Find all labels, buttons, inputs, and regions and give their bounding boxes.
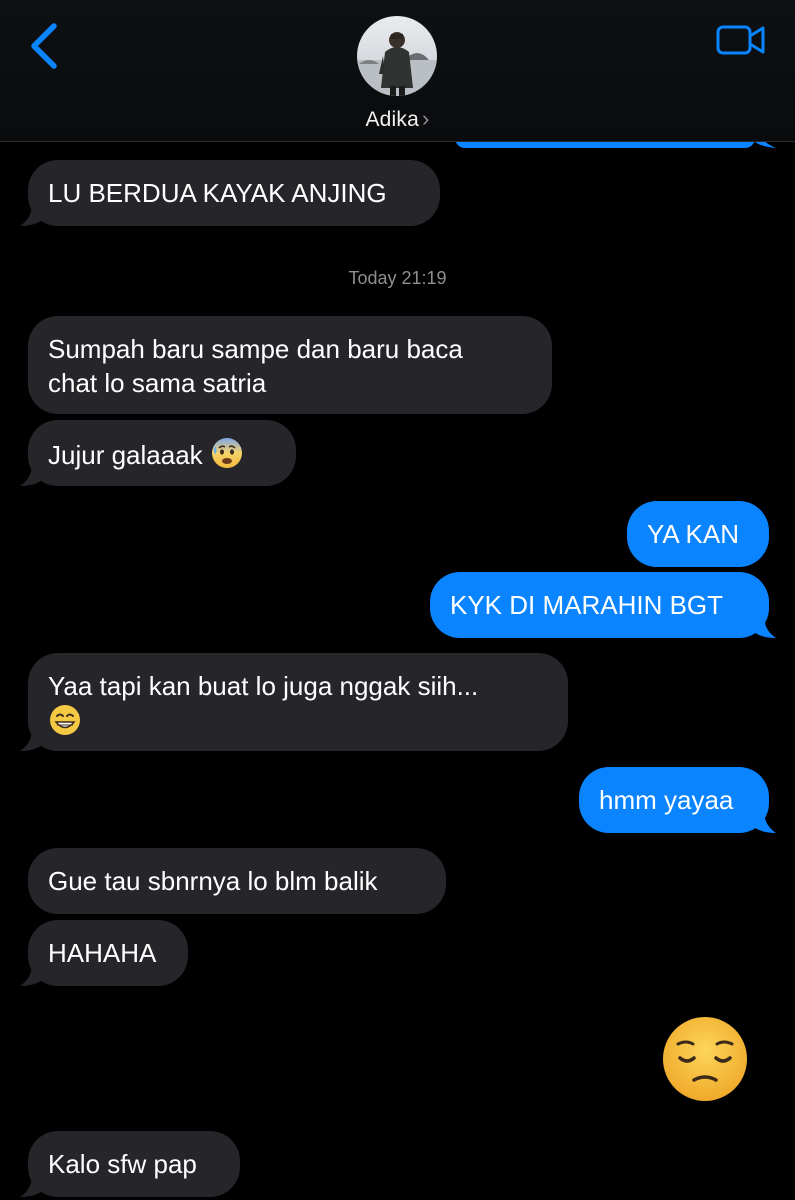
message-text: HAHAHA xyxy=(48,938,157,968)
pensive-face-emoji xyxy=(663,1017,747,1101)
message-text: KYK DI MARAHIN BGT xyxy=(450,590,724,620)
message-text: Kalo sfw pap xyxy=(48,1149,197,1179)
contact-name: Adika xyxy=(365,108,419,131)
avatar-photo xyxy=(357,16,437,96)
back-button[interactable] xyxy=(26,22,66,72)
anxious-face-with-sweat-emoji xyxy=(210,436,244,478)
video-camera-icon xyxy=(716,25,765,55)
message-bubble-received[interactable]: Kalo sfw pap xyxy=(28,1131,240,1197)
message-bubble-received[interactable]: Jujur galaaak xyxy=(28,420,296,486)
message-text: Jujur galaaak xyxy=(48,439,203,470)
message-bubble-received[interactable]: LU BERDUA KAYAK ANJING xyxy=(28,160,440,226)
message-text: hmm yayaa xyxy=(599,785,734,815)
message-text: Gue tau sbnrnya lo blm balik xyxy=(48,866,378,896)
message-bubble-received[interactable]: HAHAHA xyxy=(28,920,188,986)
message-text-line: Sumpah baru sampe dan baru baca xyxy=(48,334,463,364)
chevron-left-icon xyxy=(31,23,57,69)
message-text: YA KAN xyxy=(647,519,740,549)
message-bubble-sent[interactable]: hmm yayaa xyxy=(579,767,769,833)
message-bubble-sent[interactable]: YA KAN xyxy=(627,501,769,567)
message-text-line: Yaa tapi kan buat lo juga nggak siih... xyxy=(48,671,479,701)
message-bubble-sent[interactable]: KYK DI MARAHIN BGT xyxy=(430,572,769,638)
message-text: LU BERDUA KAYAK ANJING xyxy=(48,178,387,208)
pensive-face-emoji-message[interactable] xyxy=(660,1014,750,1104)
chevron-right-icon: › xyxy=(422,106,430,131)
contact-name-button[interactable]: Adika › xyxy=(0,106,795,132)
message-bubble-received[interactable]: Gue tau sbnrnya lo blm balik xyxy=(28,848,446,914)
grinning-face-emoji xyxy=(48,703,82,745)
avatar[interactable] xyxy=(357,16,437,96)
conversation-header: Adika › xyxy=(0,0,795,142)
message-bubble-received[interactable]: Yaa tapi kan buat lo juga nggak siih... xyxy=(28,653,568,751)
timestamp: Today 21:19 xyxy=(348,268,447,288)
message-bubble-received[interactable]: Sumpah baru sampe dan baru baca chat lo … xyxy=(28,316,552,414)
facetime-video-button[interactable] xyxy=(716,24,766,56)
message-text-line: chat lo sama satria xyxy=(48,368,267,398)
